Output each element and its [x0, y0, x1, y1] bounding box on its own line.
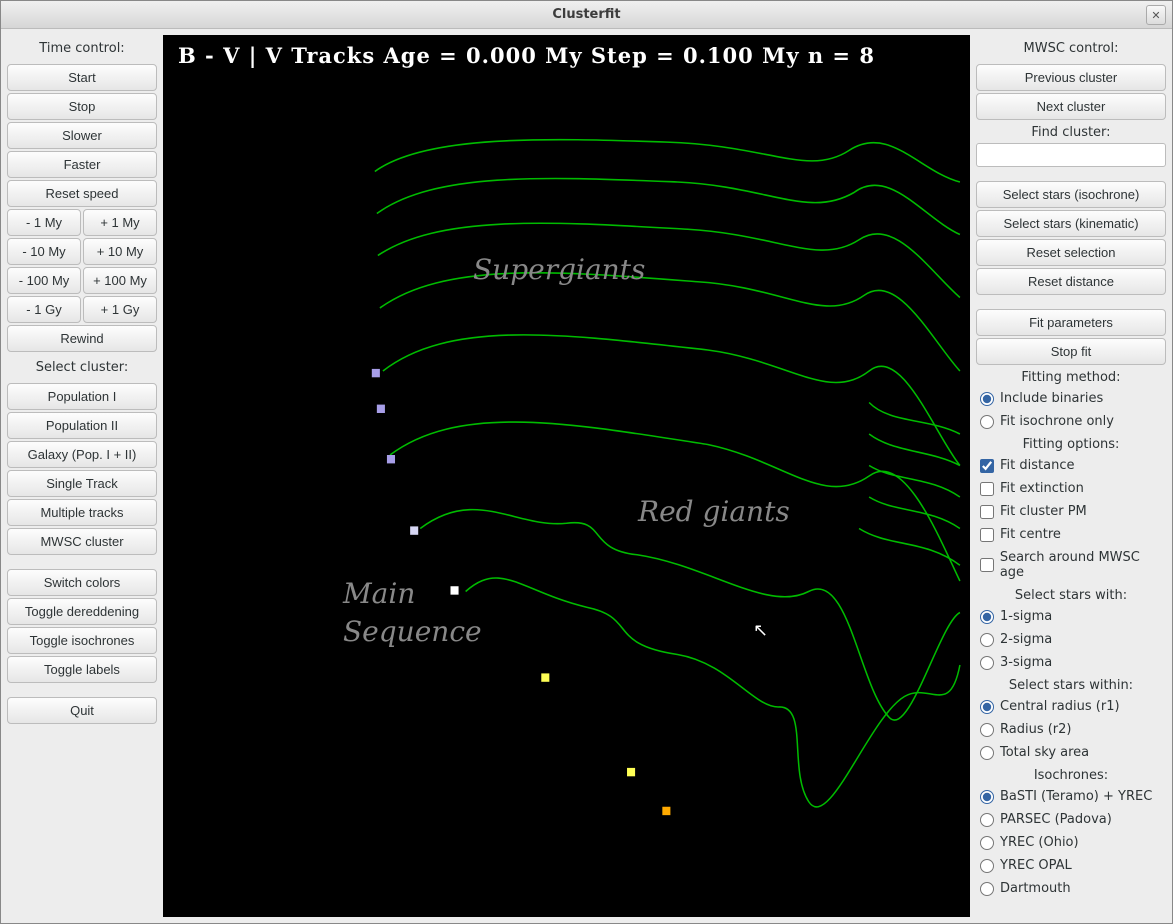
find-cluster-label: Find cluster:: [976, 122, 1166, 141]
next-cluster-button[interactable]: Next cluster: [976, 93, 1166, 120]
label-main-sequence: Main Sequence: [343, 575, 482, 651]
parsec-radio[interactable]: PARSEC (Padova): [976, 809, 1166, 830]
population-2-button[interactable]: Population II: [7, 412, 157, 439]
fit-isochrone-only-radio[interactable]: Fit isochrone only: [976, 411, 1166, 432]
yrec-radio[interactable]: YREC (Ohio): [976, 832, 1166, 853]
r1-radio[interactable]: Central radius (r1): [976, 696, 1166, 717]
fitting-options-label: Fitting options:: [976, 434, 1166, 453]
plus-1gy-button[interactable]: + 1 Gy: [83, 296, 157, 323]
total-sky-radio[interactable]: Total sky area: [976, 742, 1166, 763]
minus-100my-button[interactable]: - 100 My: [7, 267, 81, 294]
previous-cluster-button[interactable]: Previous cluster: [976, 64, 1166, 91]
sigma1-radio[interactable]: 1-sigma: [976, 606, 1166, 627]
select-within-label: Select stars within:: [976, 675, 1166, 694]
toggle-isochrones-button[interactable]: Toggle isochrones: [7, 627, 157, 654]
fit-parameters-button[interactable]: Fit parameters: [976, 309, 1166, 336]
toggle-labels-button[interactable]: Toggle labels: [7, 656, 157, 683]
time-control-label: Time control:: [7, 35, 157, 62]
rewind-button[interactable]: Rewind: [7, 325, 157, 352]
start-button[interactable]: Start: [7, 64, 157, 91]
fit-distance-check[interactable]: Fit distance: [976, 455, 1166, 476]
reset-speed-button[interactable]: Reset speed: [7, 180, 157, 207]
switch-colors-button[interactable]: Switch colors: [7, 569, 157, 596]
galaxy-button[interactable]: Galaxy (Pop. I + II): [7, 441, 157, 468]
slower-button[interactable]: Slower: [7, 122, 157, 149]
sidebar-left: Time control: Start Stop Slower Faster R…: [7, 35, 157, 917]
search-mwsc-age-check[interactable]: Search around MWSC age: [976, 547, 1166, 583]
minus-1my-button[interactable]: - 1 My: [7, 209, 81, 236]
fit-centre-check[interactable]: Fit centre: [976, 524, 1166, 545]
mwsc-cluster-button[interactable]: MWSC cluster: [7, 528, 157, 555]
dartmouth-radio[interactable]: Dartmouth: [976, 878, 1166, 899]
select-cluster-label: Select cluster:: [7, 354, 157, 381]
sidebar-right: MWSC control: Previous cluster Next clus…: [976, 35, 1166, 917]
multiple-tracks-button[interactable]: Multiple tracks: [7, 499, 157, 526]
close-icon: ✕: [1151, 9, 1160, 22]
label-supergiants: Supergiants: [473, 253, 645, 286]
app-window: Clusterfit ✕ Time control: Start Stop Sl…: [0, 0, 1173, 924]
reset-selection-button[interactable]: Reset selection: [976, 239, 1166, 266]
yrec-opal-radio[interactable]: YREC OPAL: [976, 855, 1166, 876]
select-stars-kinematic-button[interactable]: Select stars (kinematic): [976, 210, 1166, 237]
find-cluster-input[interactable]: [976, 143, 1166, 167]
plot-area[interactable]: B - V | V Tracks Age = 0.000 My Step = 0…: [163, 35, 970, 917]
reset-distance-button[interactable]: Reset distance: [976, 268, 1166, 295]
plus-100my-button[interactable]: + 100 My: [83, 267, 157, 294]
sigma3-radio[interactable]: 3-sigma: [976, 652, 1166, 673]
minus-1gy-button[interactable]: - 1 Gy: [7, 296, 81, 323]
plus-1my-button[interactable]: + 1 My: [83, 209, 157, 236]
single-track-button[interactable]: Single Track: [7, 470, 157, 497]
cursor-icon: ↖: [753, 620, 768, 641]
window-title: Clusterfit: [552, 7, 620, 22]
r2-radio[interactable]: Radius (r2): [976, 719, 1166, 740]
toggle-dereddening-button[interactable]: Toggle dereddening: [7, 598, 157, 625]
quit-button[interactable]: Quit: [7, 697, 157, 724]
track-svg: [163, 35, 970, 917]
close-button[interactable]: ✕: [1146, 5, 1166, 25]
minus-10my-button[interactable]: - 10 My: [7, 238, 81, 265]
basti-radio[interactable]: BaSTI (Teramo) + YREC: [976, 786, 1166, 807]
select-stars-isochrone-button[interactable]: Select stars (isochrone): [976, 181, 1166, 208]
mwsc-control-label: MWSC control:: [976, 35, 1166, 62]
fit-extinction-check[interactable]: Fit extinction: [976, 478, 1166, 499]
plus-10my-button[interactable]: + 10 My: [83, 238, 157, 265]
select-stars-with-label: Select stars with:: [976, 585, 1166, 604]
fitting-method-label: Fitting method:: [976, 367, 1166, 386]
fit-cluster-pm-check[interactable]: Fit cluster PM: [976, 501, 1166, 522]
label-redgiants: Red giants: [638, 495, 790, 528]
stop-fit-button[interactable]: Stop fit: [976, 338, 1166, 365]
faster-button[interactable]: Faster: [7, 151, 157, 178]
content: Time control: Start Stop Slower Faster R…: [1, 29, 1172, 923]
sigma2-radio[interactable]: 2-sigma: [976, 629, 1166, 650]
population-1-button[interactable]: Population I: [7, 383, 157, 410]
titlebar: Clusterfit ✕: [1, 1, 1172, 29]
isochrones-label: Isochrones:: [976, 765, 1166, 784]
stop-button[interactable]: Stop: [7, 93, 157, 120]
include-binaries-radio[interactable]: Include binaries: [976, 388, 1166, 409]
